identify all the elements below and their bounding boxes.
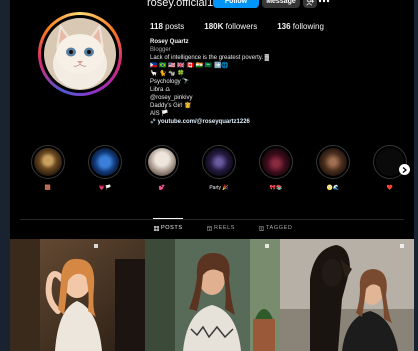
highlight-cover: [262, 148, 290, 176]
post-thumbnail[interactable]: [145, 239, 280, 351]
highlight-cover: [148, 148, 176, 176]
bio-line: AIS 🏳️: [150, 111, 169, 117]
bio-mention-link[interactable]: @rosey_pinkivy: [150, 94, 370, 102]
story-highlight[interactable]: 💕: [142, 145, 182, 192]
bio-line: 🇵🇭 🇧🇷 🇺🇸 🇬🇧 🇨🇦 🇮🇳 🇸🇦 ➡️🌐: [150, 63, 229, 69]
posts-stat: 118 posts: [150, 22, 185, 31]
reels-icon: [207, 225, 212, 231]
highlight-label: Party 🎉: [209, 185, 229, 191]
profile-username: rosey.official1: [147, 0, 214, 9]
follow-button[interactable]: Follow: [213, 0, 259, 8]
avatar: [44, 18, 116, 90]
grid-icon: [154, 225, 159, 231]
followers-stat[interactable]: 180K followers: [204, 22, 257, 31]
post-thumbnail[interactable]: [10, 239, 145, 351]
highlight-cover: [205, 148, 233, 176]
suggested-accounts-button[interactable]: [303, 0, 317, 8]
link-icon: [150, 118, 156, 124]
bio-line: Psychology 🔭: [150, 79, 190, 85]
highlight-label: 💕: [158, 185, 166, 191]
highlight-label: ❤️: [386, 185, 394, 191]
tab-posts[interactable]: POSTS: [154, 225, 183, 231]
story-highlight[interactable]: 🌝🌊: [313, 145, 353, 192]
tab-tagged[interactable]: TAGGED: [259, 225, 292, 231]
profile-avatar-ring[interactable]: [38, 12, 122, 96]
highlight-cover: [34, 148, 62, 176]
highlight-cover: [91, 148, 119, 176]
tab-reels[interactable]: REELS: [207, 225, 235, 231]
bio-line: Daddy's Girl 👸: [150, 103, 192, 109]
highlight-label: 💗🏳️: [98, 185, 112, 191]
story-highlight[interactable]: 💗🏳️: [85, 145, 125, 192]
story-highlight[interactable]: Party 🎉: [199, 145, 239, 192]
more-options-button[interactable]: [316, 0, 332, 7]
story-highlight[interactable]: 🟫: [28, 145, 68, 192]
profile-page: rosey.official1 Follow Message 118 posts…: [10, 0, 414, 351]
profile-category: Blogger: [150, 47, 171, 53]
highlight-label: 🌝🌊: [326, 185, 340, 191]
right-page-edge: [414, 0, 418, 351]
bio-website-link[interactable]: youtube.com/@roseyquartz1226: [150, 118, 370, 126]
bio-line: Lack of intelligence is the greatest pov…: [150, 55, 269, 61]
bio-line: 🦙 🐈 🐄 🍀: [150, 71, 185, 77]
highlight-cover: [319, 148, 347, 176]
following-stat[interactable]: 136 following: [277, 22, 324, 31]
more-dots-icon: [318, 0, 330, 2]
left-page-edge: [0, 0, 10, 351]
tagged-icon: [259, 225, 264, 231]
post-thumbnail[interactable]: [280, 239, 414, 351]
tabs-divider: [20, 219, 404, 220]
message-button[interactable]: Message: [262, 0, 300, 8]
story-highlight[interactable]: 🎀📚: [256, 145, 296, 192]
highlights-next-button[interactable]: [399, 164, 410, 175]
active-tab-indicator: [153, 218, 183, 219]
highlight-label: 🎀📚: [269, 185, 283, 191]
profile-bio: Rosey Quartz Blogger Lack of intelligenc…: [150, 38, 370, 126]
chevron-right-icon: [402, 166, 407, 173]
highlight-label: 🟫: [44, 185, 52, 191]
add-person-icon: [306, 0, 314, 5]
profile-full-name: Rosey Quartz: [150, 39, 189, 45]
bio-line: Libra ♎: [150, 87, 171, 93]
profile-stats: 118 posts 180K followers 136 following: [150, 22, 324, 31]
